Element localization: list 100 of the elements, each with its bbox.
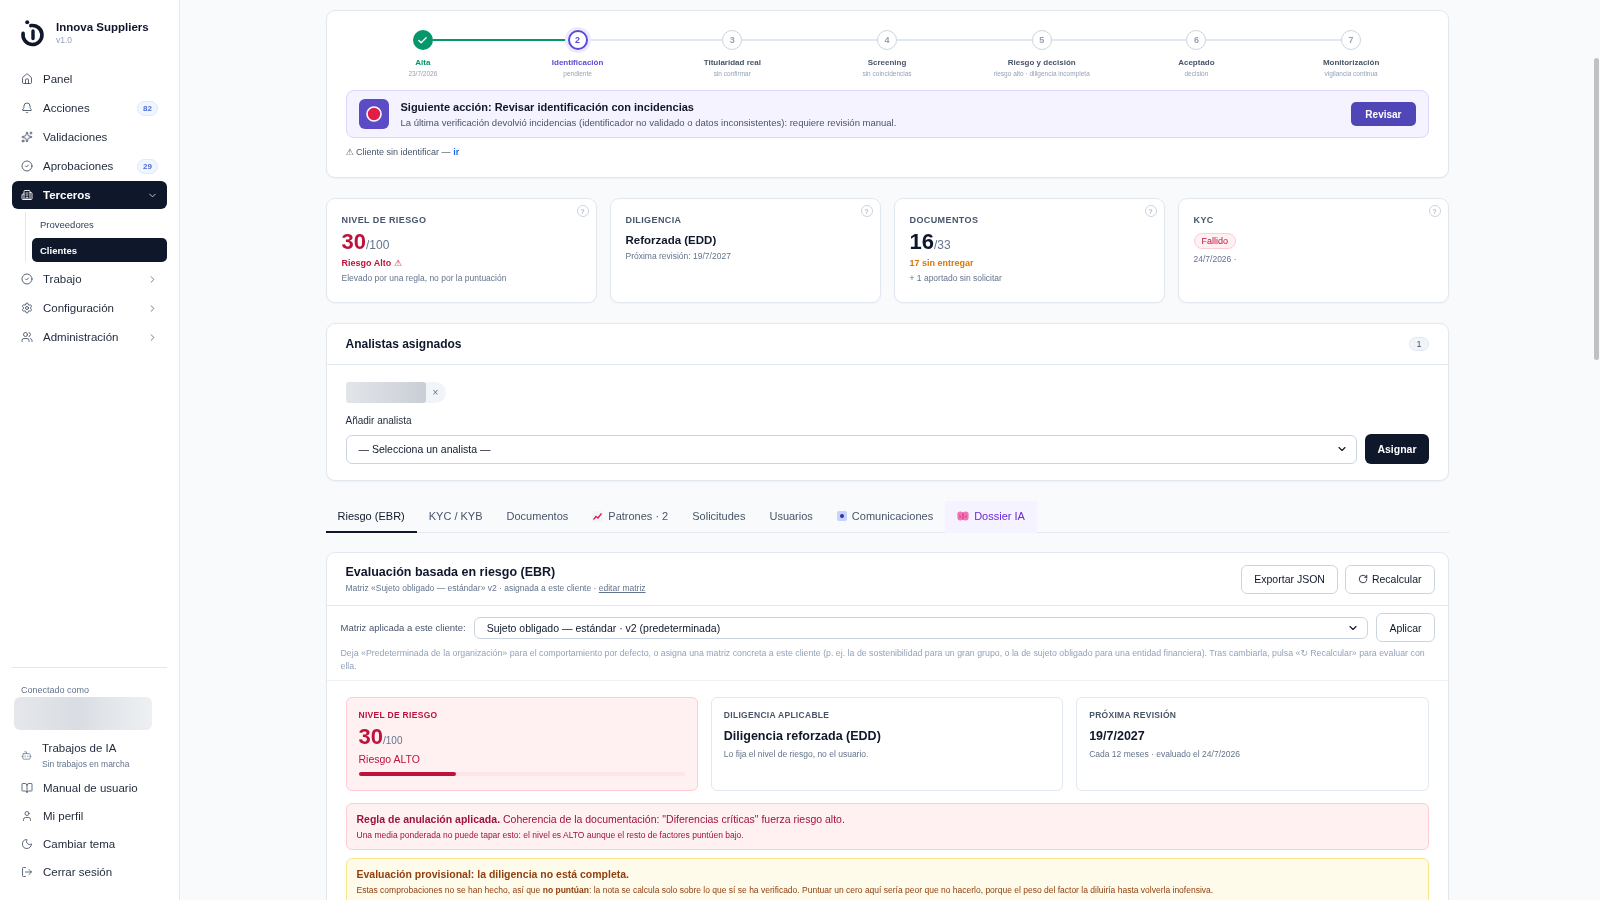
ebr-title: Evaluación basada en riesgo (EBR) bbox=[345, 565, 557, 579]
nav-item[interactable]: Panel bbox=[12, 65, 167, 93]
sidebar-link[interactable]: Cambiar tema bbox=[12, 830, 167, 858]
export-button[interactable]: Exportar JSON bbox=[1241, 564, 1338, 594]
book-icon bbox=[21, 782, 33, 794]
warning-note: ⚠ Cliente sin identificar — ir bbox=[345, 147, 460, 157]
summary-value: Diligencia reforzada (EDD) bbox=[723, 729, 882, 743]
users-icon bbox=[21, 331, 33, 343]
moon-icon bbox=[21, 838, 33, 850]
go-link[interactable]: ir bbox=[453, 147, 460, 157]
record-icon bbox=[358, 99, 389, 129]
tab[interactable]: Documentos bbox=[494, 501, 581, 533]
step-marker: 6 bbox=[1186, 30, 1207, 50]
kpi-label: KYC bbox=[1193, 215, 1215, 225]
tab[interactable]: Comunicaciones bbox=[824, 501, 946, 533]
nav-item[interactable]: Validaciones bbox=[12, 123, 167, 151]
check-circle-icon bbox=[21, 273, 33, 285]
bell-icon bbox=[21, 102, 33, 114]
nav-item[interactable]: Trabajo bbox=[12, 265, 167, 293]
tab[interactable]: Patrones · 2 bbox=[580, 501, 681, 533]
risk-total: /100 bbox=[383, 735, 403, 746]
nav-item[interactable]: Acciones 82 bbox=[12, 94, 167, 122]
ai-jobs-item[interactable]: Trabajos de IA Sin trabajos en marcha bbox=[12, 736, 167, 774]
summary-detail: Cada 12 meses · evaluado el 24/7/2026 bbox=[1089, 749, 1241, 759]
kpi-detail: Próxima revisión: 19/7/2027 bbox=[625, 251, 732, 261]
nav-item[interactable]: Terceros bbox=[12, 181, 167, 209]
tab[interactable]: Riesgo (EBR) bbox=[325, 501, 417, 533]
step-marker: 2 bbox=[567, 30, 588, 50]
step-title: Monitorización bbox=[1322, 58, 1380, 67]
sidebar-link[interactable]: Manual de usuario bbox=[12, 774, 167, 802]
step-title: Alta bbox=[415, 58, 431, 67]
summary-label: DILIGENCIA APLICABLE bbox=[723, 710, 831, 720]
kpi-value: 30 bbox=[341, 231, 366, 253]
sparkle-icon bbox=[21, 131, 33, 143]
kpi-note: 17 sin entregar bbox=[909, 258, 975, 268]
square-dot-icon bbox=[836, 511, 847, 521]
matrix-select[interactable]: Sujeto obligado — estándar · v2 (predeterminada) bbox=[473, 616, 1369, 639]
apply-button[interactable]: Aplicar bbox=[1376, 613, 1435, 642]
ebr-subtitle: Matriz «Sujeto obligado — estándar» v2 · asignada a este cliente · editar matriz bbox=[345, 583, 646, 593]
ai-jobs-status: Sin trabajos en marcha bbox=[42, 758, 130, 769]
kpi-label: DOCUMENTOS bbox=[909, 215, 980, 225]
tab[interactable]: Dossier IA bbox=[945, 501, 1037, 533]
scrollbar-thumb[interactable] bbox=[1594, 58, 1599, 360]
kpi-value: Reforzada (EDD) bbox=[625, 234, 718, 246]
tab[interactable]: KYC / KYB bbox=[416, 501, 495, 533]
home-icon bbox=[21, 73, 33, 85]
kpi-detail: 24/7/2026 · bbox=[1193, 254, 1238, 264]
tab[interactable]: Usuarios bbox=[757, 501, 825, 533]
nav-item[interactable]: Aprobaciones 29 bbox=[12, 152, 167, 180]
step-title: Identificación bbox=[551, 58, 604, 67]
brain-icon bbox=[957, 511, 970, 521]
analysts-title: Analistas asignados bbox=[345, 337, 462, 351]
step-marker: 7 bbox=[1341, 30, 1362, 50]
step-title: Aceptado bbox=[1178, 58, 1215, 67]
kpi-total: /33 bbox=[934, 238, 951, 252]
summary-value: 19/7/2027 bbox=[1089, 729, 1146, 743]
step-marker: 4 bbox=[877, 30, 897, 50]
sidebar-link[interactable]: Cerrar sesión bbox=[12, 858, 167, 886]
sidebar-link[interactable]: Mi perfil bbox=[12, 802, 167, 830]
building-icon bbox=[21, 189, 33, 201]
kpi-value: 16 bbox=[909, 231, 934, 253]
kpi-detail: + 1 aportado sin solicitar bbox=[909, 273, 1003, 283]
remove-button[interactable]: × bbox=[430, 387, 441, 398]
field-label: Matriz aplicada a este cliente: bbox=[340, 622, 466, 633]
count-badge: 1 bbox=[1409, 337, 1429, 351]
version-label: v1.0 bbox=[56, 34, 74, 45]
nav-item[interactable]: Configuración bbox=[12, 294, 167, 322]
kpi-label: NIVEL DE RIESGO bbox=[341, 215, 428, 225]
step-marker: 3 bbox=[722, 30, 743, 50]
kpi-note: Riesgo Alto ⚠ bbox=[341, 258, 403, 268]
recalculate-button[interactable]: Recalcular bbox=[1344, 564, 1435, 594]
count-badge: 29 bbox=[137, 158, 158, 174]
kpi-total: /100 bbox=[366, 238, 390, 252]
ai-jobs-title: Trabajos de IA bbox=[42, 741, 118, 754]
check-icon bbox=[417, 34, 429, 46]
kpi-detail: Elevado por una regla, no por la puntuación bbox=[341, 273, 508, 283]
user-icon bbox=[21, 810, 33, 822]
edit-matrix-link[interactable]: editar matriz bbox=[598, 583, 646, 593]
next-action-title: Siguiente acción: Revisar identificación con incidencias bbox=[400, 100, 695, 113]
logout-icon bbox=[21, 866, 33, 878]
alert-detail: Estas comprobaciones no se han hecho, así que no puntúan: la nota se calcula solo sobre lo que sí se ha verificado. Puntuar un cero aquí sería peor que no hacerlo, porque el peso del factor la diluiría hasta volverla inofensiva. bbox=[356, 885, 1215, 895]
step-title: Riesgo y decisión bbox=[1007, 58, 1076, 67]
risk-value: 30 bbox=[358, 726, 383, 748]
tab[interactable]: Solicitudes bbox=[680, 501, 758, 533]
kpi-label: DILIGENCIA bbox=[625, 215, 683, 225]
step-title: Screening bbox=[867, 58, 907, 67]
nav-subitem[interactable]: Clientes bbox=[32, 238, 167, 262]
analyst-select[interactable]: — Selecciona un analista — bbox=[345, 434, 1358, 464]
summary-label: PRÓXIMA REVISIÓN bbox=[1089, 710, 1178, 720]
summary-detail: Lo fija el nivel de riesgo, no el usuario. bbox=[723, 749, 870, 759]
connected-label: Conectado como bbox=[20, 685, 91, 695]
nav-subitem[interactable]: Proveedores bbox=[32, 212, 167, 236]
nav-item[interactable]: Administración bbox=[12, 323, 167, 351]
alert-text: Regla de anulación aplicada. Coherencia de la documentación: "Diferencias críticas" fuerza riesgo alto. bbox=[356, 813, 846, 825]
check-circle-icon bbox=[21, 160, 33, 172]
review-button[interactable]: Revisar bbox=[1351, 102, 1416, 126]
next-action-text: La última verificación devolvió incidencias (identificador no validado o datos inconsistentes): requiere revisión manual. bbox=[400, 116, 898, 128]
refresh-icon bbox=[1357, 574, 1368, 584]
alert-detail: Una media ponderada no puede tapar esto: el nivel es ALTO aunque el resto de factores puntúen bajo. bbox=[356, 830, 745, 840]
assign-button[interactable]: Asignar bbox=[1365, 434, 1429, 464]
